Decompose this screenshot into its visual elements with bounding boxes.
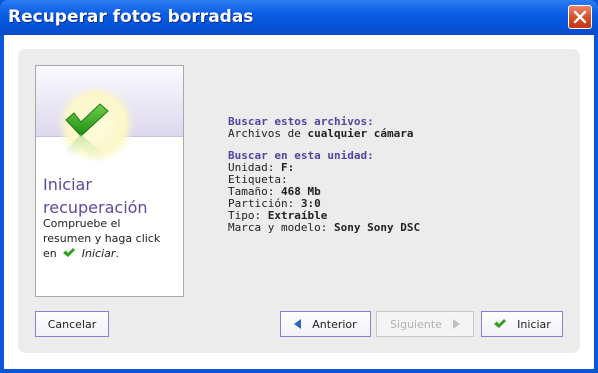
start-button[interactable]: Iniciar bbox=[481, 311, 563, 337]
close-button[interactable] bbox=[568, 5, 592, 29]
close-icon bbox=[573, 10, 587, 24]
dialog-window: Recuperar fotos borradas Iniciar recuper… bbox=[0, 0, 598, 373]
card-desc-line1: Compruebe el bbox=[43, 217, 121, 230]
title-bar[interactable]: Recuperar fotos borradas bbox=[0, 0, 598, 35]
arrow-left-icon bbox=[294, 319, 302, 329]
card-desc-end: . bbox=[115, 247, 119, 260]
card-heading: Iniciar recuperación bbox=[43, 173, 183, 219]
window-title: Recuperar fotos borradas bbox=[8, 7, 254, 27]
previous-button-label: Anterior bbox=[312, 317, 357, 331]
previous-button[interactable]: Anterior bbox=[280, 311, 371, 337]
cancel-button[interactable]: Cancelar bbox=[35, 311, 109, 337]
small-checkmark-icon bbox=[63, 248, 76, 257]
card-desc-en: en bbox=[43, 247, 57, 260]
checkmark-icon bbox=[65, 103, 109, 162]
card-desc-line2: resumen y haga click bbox=[43, 232, 161, 245]
dialog-client-area: Iniciar recuperación Compruebe el resume… bbox=[4, 35, 594, 369]
files-value: cualquier cámara bbox=[307, 127, 414, 140]
arrow-right-icon bbox=[452, 319, 460, 329]
files-prefix: Archivos de bbox=[228, 127, 301, 140]
start-button-label: Iniciar bbox=[517, 317, 551, 331]
files-row: Archivos de cualquier cámara bbox=[228, 128, 420, 140]
row-value: Sony Sony DSC bbox=[333, 221, 421, 234]
card-description: Compruebe el resumen y haga click en Ini… bbox=[43, 216, 179, 261]
checkmark-icon bbox=[493, 318, 507, 330]
next-button[interactable]: Siguiente bbox=[376, 311, 474, 337]
summary-section: Buscar estos archivos: Archivos de cualq… bbox=[228, 116, 420, 234]
card-desc-action: Iniciar bbox=[81, 247, 116, 260]
cancel-button-label: Cancelar bbox=[47, 317, 97, 331]
row-label: Marca y modelo: bbox=[228, 221, 328, 234]
next-button-label: Siguiente bbox=[390, 317, 442, 331]
drive-row-model: Marca y modelo: Sony Sony DSC bbox=[228, 222, 420, 234]
card-heading-line1: Iniciar bbox=[43, 175, 92, 194]
card-desc-line3: en Iniciar. bbox=[43, 246, 179, 261]
content-panel: Iniciar recuperación Compruebe el resume… bbox=[18, 49, 580, 353]
step-card: Iniciar recuperación Compruebe el resume… bbox=[35, 65, 184, 297]
